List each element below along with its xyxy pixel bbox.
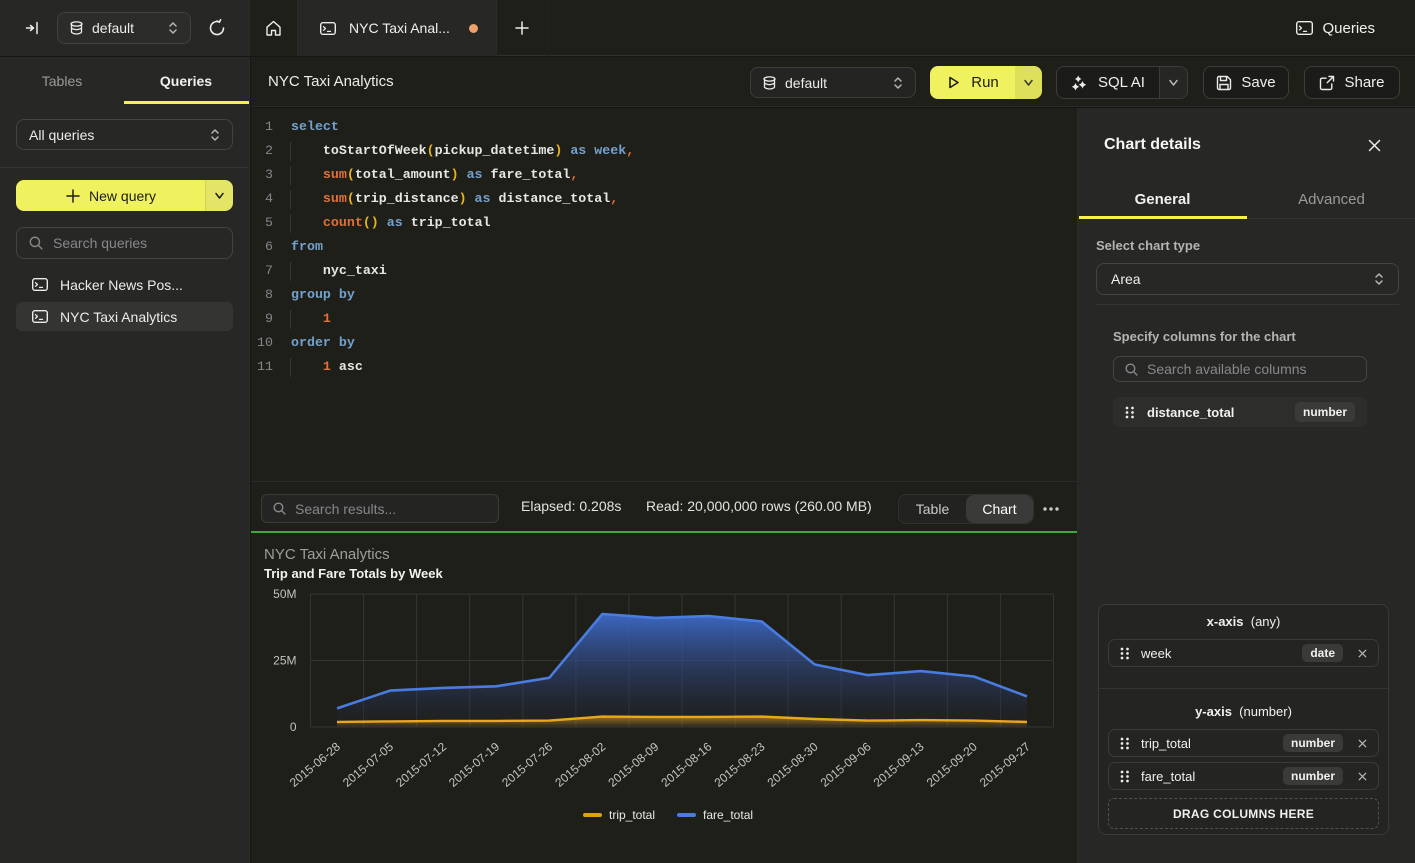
svg-text:2015-07-05: 2015-07-05 [340, 739, 396, 789]
svg-text:2015-08-09: 2015-08-09 [605, 739, 661, 789]
svg-text:0: 0 [290, 720, 297, 734]
svg-text:2015-08-16: 2015-08-16 [658, 739, 714, 789]
svg-text:2015-09-20: 2015-09-20 [924, 739, 980, 789]
svg-text:2015-08-02: 2015-08-02 [552, 739, 608, 789]
svg-text:2015-09-27: 2015-09-27 [977, 739, 1033, 789]
svg-text:2015-08-23: 2015-08-23 [712, 739, 768, 789]
svg-text:2015-09-06: 2015-09-06 [818, 739, 874, 789]
svg-text:25M: 25M [273, 654, 296, 668]
svg-text:2015-09-13: 2015-09-13 [871, 739, 927, 789]
svg-text:50M: 50M [273, 587, 296, 601]
svg-text:2015-08-30: 2015-08-30 [765, 739, 821, 789]
svg-text:2015-07-12: 2015-07-12 [393, 739, 449, 789]
svg-text:2015-07-19: 2015-07-19 [446, 739, 502, 789]
svg-text:2015-07-26: 2015-07-26 [499, 739, 555, 789]
svg-text:2015-06-28: 2015-06-28 [287, 739, 343, 789]
